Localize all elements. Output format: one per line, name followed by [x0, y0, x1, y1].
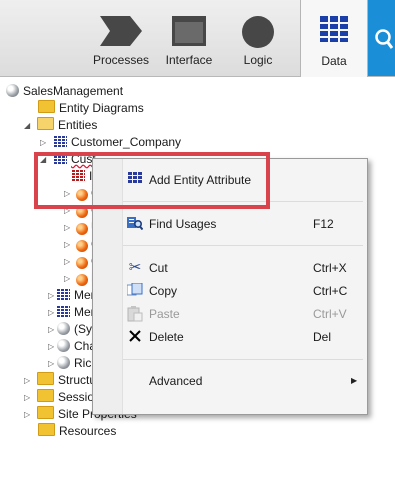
folder-icon — [37, 372, 54, 385]
menu-item-shortcut: Ctrl+X — [313, 261, 347, 275]
menu-item-advanced[interactable]: Advanced ▶ — [93, 370, 367, 392]
main-toolbar: Processes Interface Logic Data — [0, 0, 395, 77]
tab-logic[interactable]: Logic — [232, 0, 284, 76]
interface-window-icon — [172, 16, 206, 46]
delete-x-icon — [127, 329, 143, 345]
find-usages-icon — [127, 216, 144, 232]
tab-processes-label: Processes — [92, 53, 150, 67]
module-icon — [6, 84, 19, 97]
tab-data-label: Data — [321, 54, 347, 68]
tree-item-mem1[interactable]: ▷ Men — [48, 287, 97, 304]
menu-item-copy[interactable]: Copy Ctrl+C — [93, 280, 367, 302]
reference-icon — [76, 257, 88, 269]
tab-interface[interactable]: Interface — [158, 0, 220, 76]
tree-root[interactable]: SalesManagement — [6, 83, 123, 100]
collapsed-arrow-icon[interactable]: ▷ — [24, 372, 32, 389]
tree-item-entity-diagrams[interactable]: Entity Diagrams — [38, 100, 144, 117]
menu-item-paste[interactable]: Paste Ctrl+V — [93, 303, 367, 325]
tree-item-mem2[interactable]: ▷ Men — [48, 304, 97, 321]
menu-item-label: Delete — [149, 330, 184, 344]
menu-item-label: Find Usages — [149, 217, 217, 231]
collapsed-arrow-icon[interactable]: ▷ — [48, 304, 56, 321]
search-button[interactable] — [368, 0, 395, 76]
tree-label: Entities — [58, 118, 98, 132]
menu-item-delete[interactable]: Delete Del — [93, 326, 367, 348]
tree-label: Entity Diagrams — [59, 101, 144, 115]
collapsed-arrow-icon[interactable]: ▷ — [24, 406, 32, 423]
tree-item-customer-company[interactable]: ▷ Customer_Company — [40, 134, 181, 151]
tree-item-resources[interactable]: Resources — [38, 423, 116, 440]
folder-icon — [38, 423, 55, 436]
tab-interface-label: Interface — [165, 53, 213, 67]
paste-icon — [127, 306, 143, 322]
folder-icon — [38, 100, 55, 113]
menu-separator — [123, 359, 363, 360]
entity-icon — [57, 289, 70, 301]
collapsed-arrow-icon[interactable]: ▷ — [48, 287, 56, 304]
collapsed-arrow-icon[interactable]: ▷ — [48, 355, 56, 372]
menu-item-label: Copy — [149, 284, 178, 298]
folder-open-icon — [37, 117, 54, 130]
submenu-arrow-icon: ▶ — [351, 376, 358, 385]
folder-icon — [37, 389, 54, 402]
reference-module-icon — [57, 356, 70, 369]
entity-icon — [54, 136, 67, 148]
tab-data[interactable]: Data — [300, 0, 368, 77]
collapsed-arrow-icon[interactable]: ▷ — [48, 338, 56, 355]
processes-chevron-icon — [100, 16, 142, 46]
collapsed-arrow-icon[interactable]: ▷ — [64, 270, 72, 287]
menu-item-shortcut: Ctrl+C — [313, 284, 348, 298]
menu-item-label: Cut — [149, 261, 168, 275]
search-icon — [375, 29, 394, 49]
tree-label: Customer_Company — [71, 135, 182, 149]
collapsed-arrow-icon[interactable]: ▷ — [64, 236, 72, 253]
tab-processes[interactable]: Processes — [84, 0, 158, 76]
menu-item-shortcut: Del — [313, 330, 332, 344]
collapsed-arrow-icon[interactable]: ▷ — [64, 219, 72, 236]
expanded-arrow-icon[interactable]: ◢ — [24, 117, 32, 134]
collapsed-arrow-icon[interactable]: ▷ — [48, 321, 56, 338]
entity-icon — [57, 306, 70, 318]
tree-item-rich[interactable]: ▷ Rich — [48, 355, 98, 372]
menu-item-label: Advanced — [149, 374, 203, 388]
menu-item-shortcut: Ctrl+V — [313, 307, 347, 321]
menu-item-find-usages[interactable]: Find Usages F12 — [93, 213, 367, 235]
menu-item-cut[interactable]: ✂ Cut Ctrl+X — [93, 257, 367, 279]
highlight-box — [34, 152, 270, 209]
tree-label: Resources — [59, 424, 117, 438]
tree-item-entities[interactable]: ◢ Entities — [24, 117, 97, 134]
reference-icon — [76, 274, 88, 286]
reference-module-icon — [57, 339, 70, 352]
tree-root-label: SalesManagement — [23, 84, 124, 98]
menu-item-label: Paste — [149, 307, 180, 321]
logic-circle-icon — [242, 16, 274, 48]
reference-icon — [76, 240, 88, 252]
collapsed-arrow-icon[interactable]: ▷ — [24, 389, 32, 406]
menu-separator — [123, 245, 363, 246]
scissors-icon: ✂ — [128, 259, 142, 276]
menu-item-shortcut: F12 — [313, 217, 334, 231]
reference-module-icon — [57, 322, 70, 335]
collapsed-arrow-icon[interactable]: ▷ — [40, 134, 48, 151]
data-grid-icon — [320, 16, 348, 42]
copy-icon — [126, 282, 143, 299]
reference-icon — [76, 223, 88, 235]
tab-logic-label: Logic — [243, 53, 273, 67]
collapsed-arrow-icon[interactable]: ▷ — [64, 253, 72, 270]
folder-icon — [37, 406, 54, 419]
